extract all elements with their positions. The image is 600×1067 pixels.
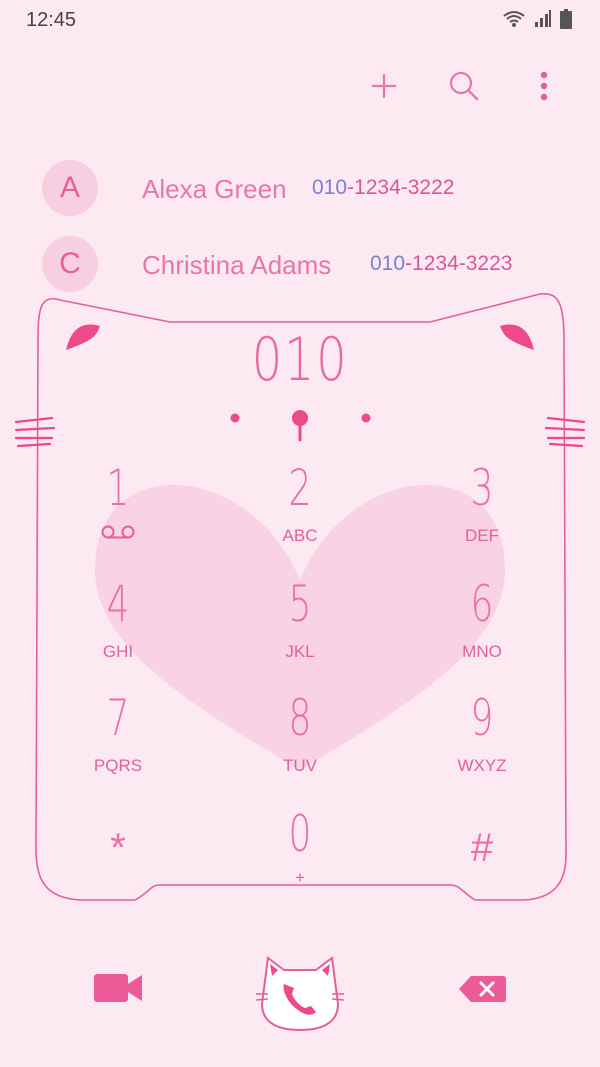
status-bar: 12:45 [0,0,600,40]
video-call-button[interactable] [88,964,148,1012]
dial-key-4[interactable]: 4 GHI [38,576,198,676]
key-letters: + [295,868,305,887]
key-symbol: # [470,826,494,870]
status-icons [502,9,572,29]
battery-icon [560,9,572,29]
contact-number: 010-1234-3222 [312,176,454,200]
key-digit: 8 [288,689,312,747]
voicemail-icon [101,525,135,539]
number-rest: -1234-3222 [347,176,455,199]
call-icon [255,956,345,1032]
key-letters: WXYZ [457,756,507,775]
contact-number: 010-1234-3223 [370,252,512,276]
video-call-icon [94,974,142,1002]
contact-name: Alexa Green [142,174,287,204]
status-time: 12:45 [26,9,77,31]
dial-key-1[interactable]: 1 [38,460,198,560]
avatar: A [42,160,98,216]
number-match-prefix: 010 [312,176,348,199]
dialed-number-display: 010 [251,325,349,395]
dial-key-0[interactable]: 0 + [220,806,380,906]
key-digit: 3 [470,459,494,517]
contact-name: Christina Adams [142,250,332,280]
add-contact-button[interactable] [364,66,404,106]
dial-key-9[interactable]: 9 WXYZ [402,690,562,790]
dial-key-7[interactable]: 7 PQRS [38,690,198,790]
dial-key-5[interactable]: 5 JKL [220,576,380,676]
key-letters: TUV [283,756,317,775]
dial-key-6[interactable]: 6 MNO [402,576,562,676]
bottom-action-bar [0,940,600,1040]
key-digit: 2 [288,459,312,517]
search-icon [449,71,479,101]
toolbar [364,66,564,106]
key-letters: DEF [465,526,499,545]
call-button[interactable] [248,944,352,1036]
key-letters: JKL [285,642,315,661]
key-digit: 1 [106,459,130,517]
key-symbol: * [110,826,126,870]
key-letters: MNO [462,642,502,661]
number-rest: -1234-3223 [405,252,513,275]
number-match-prefix: 010 [370,252,406,275]
key-digit: 9 [470,689,494,747]
dial-key-2[interactable]: 2 ABC [220,460,380,560]
search-button[interactable] [444,66,484,106]
key-letters: GHI [102,642,134,661]
key-digit: 4 [106,575,130,633]
cat-left-eye [230,413,240,423]
dial-key-star[interactable]: * [38,798,198,898]
backspace-button[interactable] [452,968,512,1010]
key-digit: 5 [288,575,312,633]
dial-key-hash[interactable]: # [402,798,562,898]
cellular-signal-icon [535,10,551,27]
dial-key-8[interactable]: 8 TUV [220,690,380,790]
key-letters: PQRS [93,756,143,775]
more-options-button[interactable] [524,66,564,106]
left-whiskers [14,416,56,448]
key-digit: 0 [288,805,312,863]
backspace-icon [459,976,506,1002]
more-vertical-icon [540,71,548,101]
dial-key-3[interactable]: 3 DEF [402,460,562,560]
key-digit: 7 [106,689,130,747]
contact-suggestion[interactable]: A Alexa Green 010-1234-3222 [42,160,582,216]
key-letters: ABC [282,526,318,545]
add-icon [371,73,397,99]
cat-right-eye [361,413,371,423]
key-digit: 6 [470,575,494,633]
wifi-icon [503,11,525,27]
